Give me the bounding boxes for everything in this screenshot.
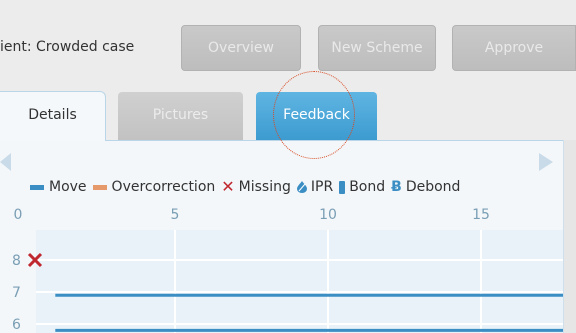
tab-pictures[interactable]: Pictures <box>118 92 243 140</box>
scroll-right-icon[interactable] <box>539 153 553 171</box>
legend-item-overcorrection[interactable]: Overcorrection <box>92 179 216 195</box>
tab-details[interactable]: Details <box>0 91 106 141</box>
overcorrection-swatch-icon <box>92 184 107 190</box>
ipr-drop-icon <box>296 181 307 193</box>
legend-item-bond[interactable]: Bond <box>339 179 385 195</box>
legend-item-debond[interactable]: Ƀ Debond <box>391 179 460 195</box>
new-scheme-button[interactable]: New Scheme <box>318 25 436 71</box>
scroll-left-icon[interactable] <box>0 153 11 171</box>
movement-chart: 0 5 10 15 8 7 6 <box>12 207 563 333</box>
legend-label-ipr: IPR <box>310 179 334 195</box>
x-tick-label: 10 <box>319 207 337 223</box>
y-tick-label: 8 <box>12 253 21 269</box>
overview-button[interactable]: Overview <box>181 25 301 71</box>
legend-item-missing[interactable]: ✕ Missing <box>221 177 291 196</box>
x-tick-label: 5 <box>171 207 180 223</box>
legend-label-overcorrection: Overcorrection <box>111 179 216 195</box>
legend-label-missing: Missing <box>238 179 291 195</box>
missing-x-icon: ✕ <box>221 177 235 196</box>
tab-feedback[interactable]: Feedback <box>256 92 377 140</box>
approve-button[interactable]: Approve <box>452 25 576 71</box>
legend-item-move[interactable]: Move <box>30 179 87 195</box>
legend-label-bond: Bond <box>349 179 386 195</box>
app-root: ient: Crowded case Overview New Scheme A… <box>0 0 576 333</box>
chart-legend: Move Overcorrection ✕ Missing IPR Bond Ƀ… <box>30 177 466 197</box>
legend-label-debond: Debond <box>405 179 461 195</box>
bond-bar-icon <box>339 180 346 194</box>
legend-item-ipr[interactable]: IPR <box>296 179 334 195</box>
patient-label: ient: Crowded case <box>0 39 135 55</box>
debond-icon: Ƀ <box>391 179 402 195</box>
y-tick-label: 7 <box>12 285 21 301</box>
plot-area <box>36 230 563 333</box>
panel-scrollbar[interactable] <box>563 140 576 333</box>
x-tick-label: 15 <box>472 207 490 223</box>
move-swatch-icon <box>30 184 44 190</box>
legend-label-move: Move <box>49 179 87 195</box>
x-tick-label: 0 <box>14 207 23 223</box>
y-tick-label: 6 <box>12 317 21 333</box>
